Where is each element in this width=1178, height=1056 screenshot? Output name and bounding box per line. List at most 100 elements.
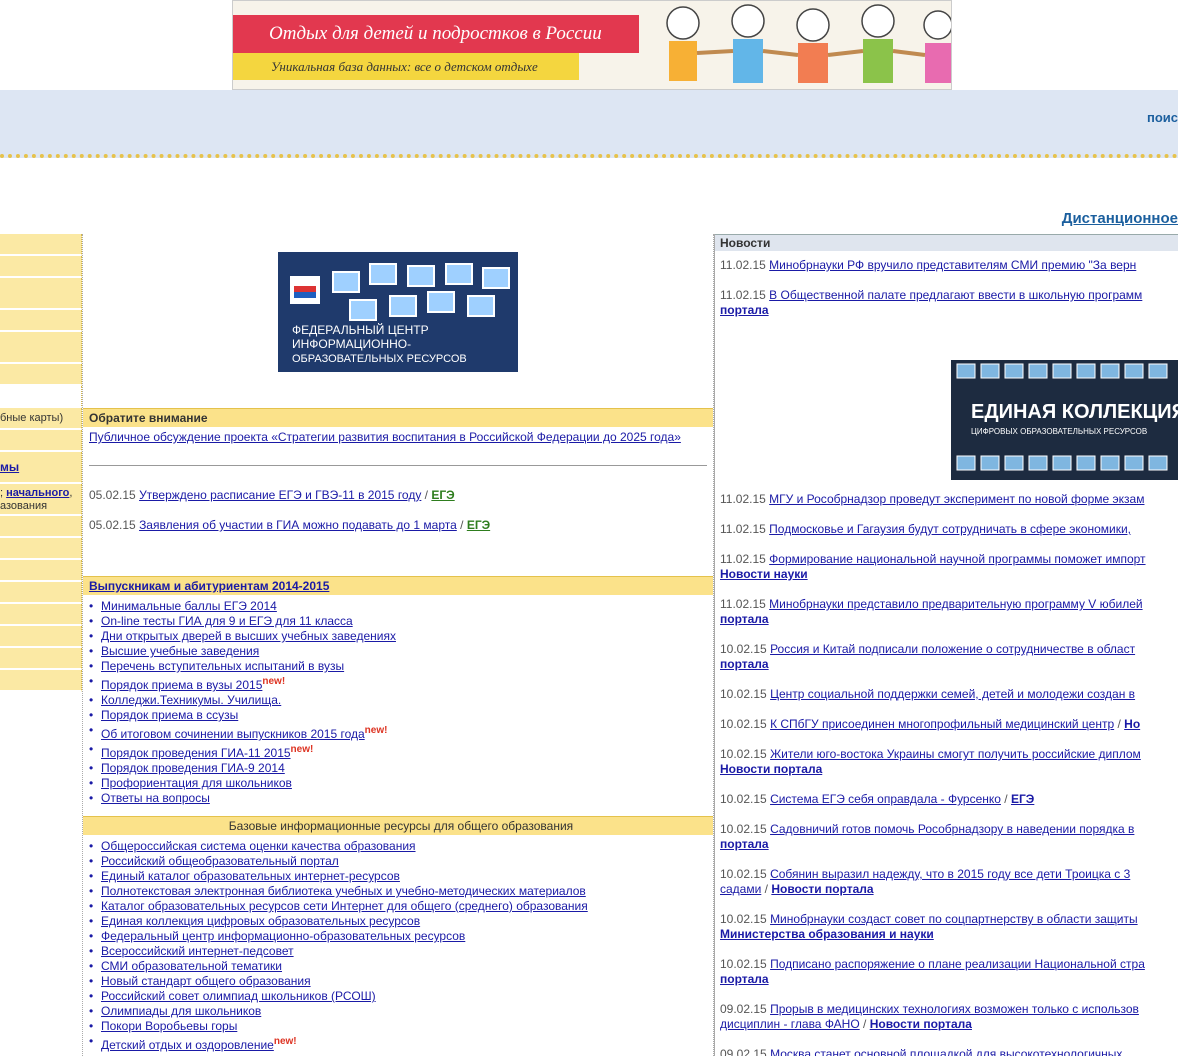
news-link[interactable]: Собянин выразил надежду, что в 2015 году… bbox=[770, 867, 1130, 881]
resource-list-item: Высшие учебные заведения bbox=[83, 644, 713, 659]
news-tag-link[interactable]: ЕГЭ bbox=[467, 518, 490, 532]
resource-link[interactable]: Полнотекстовая электронная библиотека уч… bbox=[101, 884, 586, 898]
resource-link[interactable]: Порядок приема в ссузы bbox=[101, 708, 238, 722]
sidebar-item[interactable] bbox=[0, 278, 82, 310]
sidebar-item[interactable] bbox=[0, 560, 82, 582]
sidebar-item[interactable] bbox=[0, 516, 82, 538]
resource-link[interactable]: Перечень вступительных испытаний в вузы bbox=[101, 659, 344, 673]
resource-link[interactable]: Минимальные баллы ЕГЭ 2014 bbox=[101, 599, 277, 613]
news-link[interactable]: Система ЕГЭ себя оправдала - Фурсенко bbox=[770, 792, 1001, 806]
sidebar-item[interactable] bbox=[0, 256, 82, 278]
news-link-continued[interactable]: дисциплин - глава ФАНО bbox=[720, 1017, 860, 1031]
news-link[interactable]: Прорыв в медицинских технологиях возможе… bbox=[770, 1002, 1139, 1016]
resource-link[interactable]: Каталог образовательных ресурсов сети Ин… bbox=[101, 899, 588, 913]
sidebar-primary-link[interactable]: начального bbox=[6, 487, 69, 499]
resource-link[interactable]: Порядок проведения ГИА-9 2014 bbox=[101, 761, 285, 775]
news-tag-link[interactable]: Новости портала bbox=[870, 1017, 972, 1031]
resource-link[interactable]: On-line тесты ГИА для 9 и ЕГЭ для 11 кла… bbox=[101, 614, 353, 628]
news-link[interactable]: Москва станет основной площадкой для выс… bbox=[770, 1047, 1122, 1056]
resource-link[interactable]: Дни открытых дверей в высших учебных зав… bbox=[101, 629, 396, 643]
resource-link[interactable]: Детский отдых и оздоровление bbox=[101, 1038, 274, 1052]
news-link[interactable]: Минобрнауки создаст совет по соцпартнерс… bbox=[770, 912, 1138, 926]
sidebar-item[interactable] bbox=[0, 430, 82, 452]
news-link[interactable]: Жители юго-востока Украины смогут получи… bbox=[770, 747, 1141, 761]
news-link[interactable]: В Общественной палате предлагают ввести … bbox=[769, 288, 1142, 302]
news-tag-link[interactable]: Новости портала bbox=[771, 882, 873, 896]
news-tag-link[interactable]: Министерства образования и науки bbox=[720, 927, 934, 941]
news-tag-link[interactable]: Новости портала bbox=[720, 762, 822, 776]
resource-link[interactable]: Новый стандарт общего образования bbox=[101, 974, 311, 988]
distance-learning-link[interactable]: Дистанционное bbox=[1062, 210, 1178, 227]
resource-link[interactable]: Российский общеобразовательный портал bbox=[101, 854, 339, 868]
resource-list-item: Порядок проведения ГИА-9 2014 bbox=[83, 761, 713, 776]
resource-link[interactable]: Порядок проведения ГИА-11 2015 bbox=[101, 746, 291, 760]
sidebar-item[interactable] bbox=[0, 626, 82, 648]
news-tag-link[interactable]: портала bbox=[720, 303, 769, 317]
resource-link[interactable]: СМИ образовательной тематики bbox=[101, 959, 282, 973]
news-link[interactable]: Подписано распоряжение о плане реализаци… bbox=[770, 957, 1145, 971]
resource-link[interactable]: Высшие учебные заведения bbox=[101, 644, 259, 658]
resource-list-item: Единая коллекция цифровых образовательны… bbox=[83, 914, 713, 929]
resource-link[interactable]: Профориентация для школьников bbox=[101, 776, 292, 790]
news-tag-link[interactable]: Новости науки bbox=[720, 567, 808, 581]
sidebar-item[interactable] bbox=[0, 310, 82, 332]
graduates-header-link[interactable]: Выпускникам и абитуриентам 2014-2015 bbox=[89, 579, 329, 593]
sidebar-item[interactable] bbox=[0, 670, 82, 692]
resource-link[interactable]: Федеральный центр информационно-образова… bbox=[101, 929, 465, 943]
news-link-continued[interactable]: садами bbox=[720, 882, 761, 896]
sidebar-item[interactable] bbox=[0, 332, 82, 364]
news-date: 11.02.15 bbox=[720, 258, 766, 272]
news-link[interactable]: Подмосковье и Гагаузия будут сотрудничат… bbox=[769, 522, 1131, 536]
collection-banner[interactable]: ЕДИНАЯ КОЛЛЕКЦИЯ ЦИФРОВЫХ ОБРАЗОВАТЕЛЬНЫ… bbox=[951, 360, 1178, 480]
resource-link[interactable]: Всероссийский интернет-педсовет bbox=[101, 944, 294, 958]
news-link[interactable]: Центр социальной поддержки семей, детей … bbox=[770, 687, 1135, 701]
news-link[interactable]: Утверждено расписание ЕГЭ и ГВЭ-11 в 201… bbox=[139, 488, 421, 502]
sidebar-programs-link[interactable]: мы bbox=[0, 460, 19, 474]
sidebar-item-programs[interactable]: мы bbox=[0, 452, 82, 484]
news-link[interactable]: Минобрнауки РФ вручило представителям СМ… bbox=[769, 258, 1136, 272]
resource-link[interactable]: Колледжи.Техникумы. Училища. bbox=[101, 693, 281, 707]
resource-list-item: Дни открытых дверей в высших учебных зав… bbox=[83, 629, 713, 644]
news-date: 05.02.15 bbox=[89, 518, 136, 532]
resource-link[interactable]: Покори Воробьевы горы bbox=[101, 1019, 237, 1033]
sidebar-item[interactable] bbox=[0, 582, 82, 604]
news-tag-link[interactable]: портала bbox=[720, 837, 769, 851]
resource-link[interactable]: Единая коллекция цифровых образовательны… bbox=[101, 914, 420, 928]
news-link[interactable]: Садовничий готов помочь Рособрнадзору в … bbox=[770, 822, 1134, 836]
sidebar-item[interactable] bbox=[0, 538, 82, 560]
resource-link[interactable]: Российский совет олимпиад школьников (РС… bbox=[101, 989, 376, 1003]
news-tag-link[interactable]: ЕГЭ bbox=[431, 488, 454, 502]
resource-link[interactable]: Порядок приема в вузы 2015 bbox=[101, 678, 262, 692]
news-link[interactable]: К СПбГУ присоединен многопрофильный меди… bbox=[770, 717, 1114, 731]
sidebar-item-cards[interactable]: бные карты) bbox=[0, 408, 82, 430]
sidebar-item[interactable] bbox=[0, 364, 82, 386]
resource-list-item: On-line тесты ГИА для 9 и ЕГЭ для 11 кла… bbox=[83, 614, 713, 629]
resource-link[interactable]: Общероссийская система оценки качества о… bbox=[101, 839, 416, 853]
news-tag-link[interactable]: ЕГЭ bbox=[1011, 792, 1034, 806]
resource-list-item: Федеральный центр информационно-образова… bbox=[83, 929, 713, 944]
resource-link[interactable]: Об итоговом сочинении выпускников 2015 г… bbox=[101, 727, 365, 741]
resource-list-item: Колледжи.Техникумы. Училища. bbox=[83, 693, 713, 708]
news-link[interactable]: Формирование национальной научной програ… bbox=[769, 552, 1145, 566]
resource-link[interactable]: Ответы на вопросы bbox=[101, 791, 210, 805]
news-tag-link[interactable]: портала bbox=[720, 612, 769, 626]
news-link[interactable]: Минобрнауки представило предварительную … bbox=[769, 597, 1142, 611]
news-link[interactable]: Россия и Китай подписали положение о сот… bbox=[770, 642, 1135, 656]
news-link[interactable]: МГУ и Рособрнадзор проведут эксперимент … bbox=[769, 492, 1144, 506]
sidebar-item[interactable] bbox=[0, 234, 82, 256]
resource-list-item: Перечень вступительных испытаний в вузы bbox=[83, 659, 713, 674]
sidebar-item[interactable] bbox=[0, 648, 82, 670]
news-link[interactable]: Заявления об участии в ГИА можно подават… bbox=[139, 518, 457, 532]
news-date: 10.02.15 bbox=[720, 687, 767, 701]
fcior-logo-banner[interactable]: ФЕДЕРАЛЬНЫЙ ЦЕНТР ИНФОРМАЦИОННО- ОБРАЗОВ… bbox=[278, 252, 518, 372]
resource-link[interactable]: Олимпиады для школьников bbox=[101, 1004, 261, 1018]
strategy-discussion-link[interactable]: Публичное обсуждение проекта «Стратегии … bbox=[89, 430, 681, 444]
news-item: 11.02.15 В Общественной палате предлагаю… bbox=[715, 288, 1178, 318]
news-tag-link[interactable]: портала bbox=[720, 657, 769, 671]
search-link[interactable]: поис bbox=[1147, 110, 1178, 125]
news-tag-link[interactable]: Но bbox=[1124, 717, 1140, 731]
summer-camp-banner[interactable]: Отдых для детей и подростков в России Ун… bbox=[232, 0, 952, 90]
sidebar-item[interactable] bbox=[0, 604, 82, 626]
resource-link[interactable]: Единый каталог образовательных интернет-… bbox=[101, 869, 400, 883]
news-tag-link[interactable]: портала bbox=[720, 972, 769, 986]
